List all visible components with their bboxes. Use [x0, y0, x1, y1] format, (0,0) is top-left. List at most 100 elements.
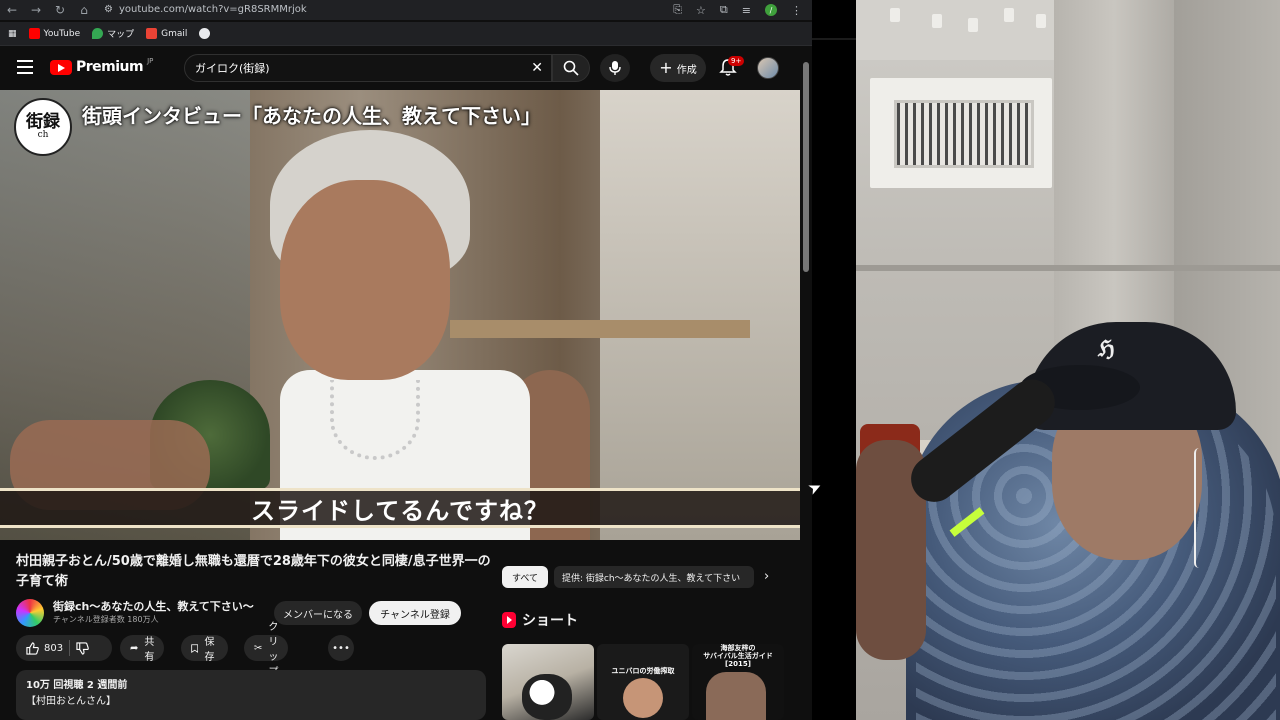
shorts-label: ショート	[522, 613, 578, 629]
search-button[interactable]	[552, 54, 590, 82]
video-title: 村田親子おとん/50歳で離婚し無職も還暦で28歳年下の彼女と同棲/息子世界一の子…	[16, 554, 491, 589]
account-avatar[interactable]	[757, 57, 779, 79]
install-app-icon[interactable]: ⎘	[673, 3, 682, 17]
notification-badge: 9+	[728, 56, 745, 66]
description-line: 【村田おとんさん】	[26, 696, 116, 707]
bookmark-label: Gmail	[161, 28, 188, 39]
profile-avatar[interactable]: /	[765, 4, 777, 16]
clear-icon[interactable]: ✕	[531, 60, 543, 76]
share-button[interactable]: ➦ 共有	[120, 635, 165, 663]
youtube-logo[interactable]: Premium JP	[50, 57, 154, 75]
gmail-icon	[146, 28, 158, 39]
desktop-gap	[812, 0, 856, 720]
share-icon: ➦	[130, 642, 139, 654]
short-caption: ユニバロの労働搾取	[611, 667, 675, 675]
media-control-icon[interactable]: ≡	[742, 4, 751, 17]
scrollbar-thumb[interactable]	[803, 62, 809, 272]
extensions-icon[interactable]: ⧉	[720, 3, 728, 17]
search-icon	[563, 60, 579, 76]
thumbs-up-icon	[26, 641, 39, 655]
channel-name[interactable]: 街録ch〜あなたの人生、教えて下さい〜	[53, 598, 254, 614]
browser-actions: ⎘ ☆ ⧉ ≡ / ⋮	[673, 0, 802, 20]
voice-search-button[interactable]	[600, 54, 630, 82]
create-label: 作成	[676, 64, 697, 76]
save-label: 保存	[204, 637, 215, 663]
bookmark-label: YouTube	[43, 28, 81, 39]
menu-icon[interactable]	[17, 60, 33, 74]
chip-from-channel[interactable]: 提供: 街録ch〜あなたの人生、教えて下さい	[554, 566, 754, 588]
page-scrollbar[interactable]	[802, 60, 810, 720]
microphone-icon	[609, 61, 621, 75]
channel-avatar[interactable]	[16, 599, 44, 627]
youtube-header: Premium JP ガイロク(街録) ✕ + 作成 9+	[0, 48, 812, 88]
browser-menu-icon[interactable]: ⋮	[791, 4, 802, 17]
clip-label: クリップ	[268, 622, 279, 678]
short-thumbnail[interactable]	[502, 644, 594, 720]
brand-label: Premium	[76, 59, 144, 75]
video-background-right	[600, 90, 800, 540]
like-dislike-group: 803	[16, 635, 112, 661]
share-label: 共有	[144, 637, 155, 663]
maps-icon	[92, 28, 104, 39]
save-button[interactable]: 保存	[181, 635, 228, 663]
apps-grid-icon[interactable]: ▦	[8, 29, 17, 39]
webcam-feed: ℌ	[856, 0, 1280, 720]
globe-icon	[199, 28, 211, 39]
chevron-right-icon[interactable]: ›	[764, 569, 769, 584]
dog-image	[522, 674, 572, 720]
join-membership-button[interactable]: メンバーになる	[274, 601, 362, 625]
youtube-icon	[28, 28, 40, 39]
youtube-play-icon	[50, 59, 72, 75]
address-bar[interactable]: ⚙ youtube.com/watch?v=gR8SRMMrjok	[104, 0, 644, 18]
bookmark-label: マップ	[107, 30, 135, 40]
divider	[69, 640, 71, 656]
site-info-icon[interactable]: ⚙	[104, 4, 113, 15]
bookmarks-bar: ▦ YouTube マップ Gmail	[0, 22, 812, 46]
short-thumbnail[interactable]: 海部友梓の サバイバル生活ガイド [2015]	[692, 644, 784, 720]
bookmark-youtube[interactable]: YouTube	[28, 28, 81, 39]
subscriber-count: チャンネル登録者数 180万人	[53, 615, 159, 624]
shorts-header: ショート	[502, 610, 578, 630]
view-count-date: 10万 回視聴 2 週間前	[26, 680, 128, 691]
short-caption: 海部友梓の サバイバル生活ガイド [2015]	[703, 644, 773, 668]
reload-icon[interactable]: ↻	[48, 3, 72, 17]
video-player[interactable]: 街録 ch 街頭インタビュー「あなたの人生、教えて下さい」 スライドしてるんです…	[0, 90, 800, 540]
scissors-icon: ✂	[254, 642, 263, 654]
region-label: JP	[147, 57, 154, 65]
home-icon[interactable]: ⌂	[72, 3, 96, 17]
shorts-icon	[502, 612, 516, 628]
bookmark-maps[interactable]: マップ	[92, 27, 134, 40]
like-count: 803	[44, 642, 64, 654]
forward-icon[interactable]: →	[24, 3, 48, 17]
bookmark-gmail[interactable]: Gmail	[146, 28, 187, 39]
logo-sub-text: ch	[37, 130, 49, 140]
more-actions-button[interactable]: •••	[328, 635, 354, 661]
cap-logo: ℌ	[1098, 336, 1115, 362]
subtitle-band: スライドしてるんですね？	[0, 488, 800, 528]
subscribe-button[interactable]: チャンネル登録	[369, 601, 461, 625]
subtitle-text: スライドしてるんですね？	[250, 496, 550, 525]
back-icon[interactable]: ←	[0, 3, 24, 17]
search-input[interactable]: ガイロク(街録) ✕	[184, 54, 552, 82]
channel-row: 街録ch〜あなたの人生、教えて下さい〜 チャンネル登録者数 180万人 メンバー…	[16, 597, 486, 627]
bookmark-globe[interactable]	[199, 28, 211, 39]
window-edge	[812, 38, 856, 40]
search-value: ガイロク(街録)	[195, 62, 270, 75]
chip-all[interactable]: すべて	[502, 566, 548, 588]
logo-main-text: 街録	[26, 112, 60, 132]
short-thumbnail[interactable]: ユニバロの労働搾取	[597, 644, 689, 720]
description-box[interactable]: 10万 回視聴 2 週間前 【村田おとんさん】	[16, 670, 486, 720]
channel-watermark-logo: 街録 ch	[14, 98, 72, 156]
like-button[interactable]: 803	[26, 641, 64, 655]
clip-button[interactable]: ✂ クリップ	[244, 622, 289, 678]
video-person	[250, 130, 590, 540]
browser-window: ← → ↻ ⌂ ⚙ youtube.com/watch?v=gR8SRMMrjo…	[0, 0, 812, 720]
plus-icon: +	[659, 58, 673, 77]
thumbs-down-icon[interactable]	[76, 641, 89, 655]
save-playlist-icon	[191, 643, 199, 653]
url-text: youtube.com/watch?v=gR8SRMMrjok	[118, 3, 307, 15]
create-button[interactable]: + 作成	[650, 54, 706, 82]
bookmark-star-icon[interactable]: ☆	[696, 4, 706, 17]
short-person-image	[706, 672, 766, 720]
more-icon: •••	[332, 642, 350, 654]
